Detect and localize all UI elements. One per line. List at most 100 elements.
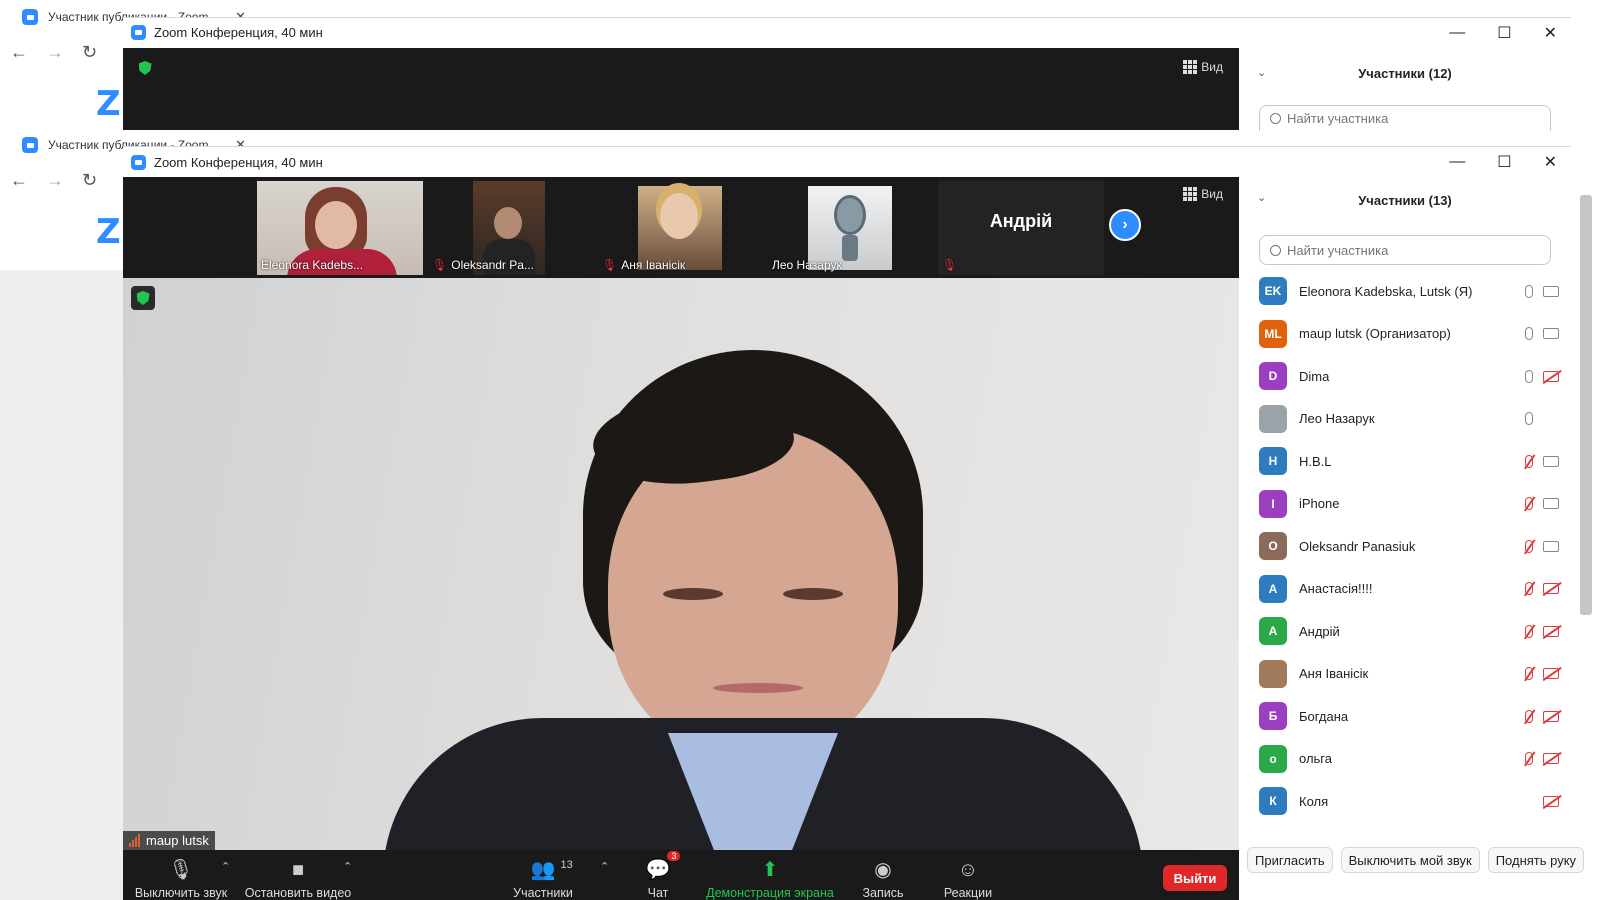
- video-camera-icon[interactable]: [1543, 540, 1559, 552]
- muted-microphone-icon[interactable]: [1525, 497, 1533, 510]
- muted-microphone-icon[interactable]: [1525, 667, 1533, 680]
- scrollbar[interactable]: [1580, 195, 1592, 615]
- forward-arrow-icon[interactable]: →: [46, 170, 64, 191]
- thumbnail-video[interactable]: 🎙 Oleksandr Pa...: [428, 181, 594, 275]
- forward-arrow-icon[interactable]: →: [46, 42, 64, 63]
- back-panel-title: Участники (12): [1358, 66, 1452, 81]
- participant-row[interactable]: Лео Назарук: [1259, 399, 1559, 439]
- thumbnail-video[interactable]: 🎙 Аня Іванісік: [598, 181, 764, 275]
- participant-name: Аня Іванісік: [1299, 666, 1369, 681]
- reload-icon[interactable]: ↻: [82, 170, 97, 191]
- leave-button[interactable]: Выйти: [1163, 865, 1227, 891]
- video-off-icon[interactable]: [1543, 753, 1559, 764]
- back-view-button[interactable]: Вид: [1183, 60, 1223, 74]
- mute-button[interactable]: 🎙 Выключить звук: [131, 850, 231, 900]
- back-arrow-icon[interactable]: ←: [10, 170, 28, 191]
- thumbnail-label: 🎙 Аня Іванісік: [602, 258, 686, 272]
- microphone-icon[interactable]: [1525, 327, 1533, 340]
- reactions-button[interactable]: ☺ Реакции: [933, 850, 1003, 900]
- search-input[interactable]: [1259, 235, 1551, 265]
- participant-row[interactable]: D Dima: [1259, 356, 1559, 396]
- microphone-icon[interactable]: [1525, 412, 1533, 425]
- video-camera-icon: ■: [291, 859, 305, 881]
- caret-up-icon[interactable]: ⌃: [343, 860, 352, 873]
- mute-me-button[interactable]: Выключить мой звук: [1340, 847, 1480, 873]
- participant-row[interactable]: Аня Іванісік: [1259, 654, 1559, 694]
- participant-row[interactable]: А Андрій: [1259, 611, 1559, 651]
- muted-microphone-icon[interactable]: [1525, 752, 1533, 765]
- maximize-icon[interactable]: ☐: [1497, 152, 1511, 172]
- back-window-controls: — ☐ ✕: [1449, 18, 1557, 48]
- thumbnail-video[interactable]: Eleonora Kadebs...: [257, 181, 423, 275]
- chat-button[interactable]: 💬 3 Чат: [628, 850, 688, 900]
- participant-name: Eleonora Kadebska, Lutsk (Я): [1299, 283, 1473, 299]
- stop-video-button[interactable]: ■ Остановить видео: [243, 850, 353, 900]
- share-screen-button[interactable]: ⬆ Демонстрация экрана: [705, 850, 835, 900]
- participant-row[interactable]: H H.B.L: [1259, 441, 1559, 481]
- muted-mic-icon: 🎙: [602, 258, 618, 272]
- zoom-logo: Z: [96, 84, 121, 124]
- raise-hand-button[interactable]: Поднять руку: [1487, 847, 1585, 873]
- view-button[interactable]: Вид: [1183, 187, 1223, 201]
- caret-up-icon[interactable]: ⌃: [221, 860, 230, 873]
- participant-row[interactable]: ML maup lutsk (Организатор): [1259, 314, 1559, 354]
- panel-buttons: Пригласить Выключить мой звук Поднять ру…: [1247, 847, 1585, 873]
- record-button[interactable]: ◉ Запись: [853, 850, 913, 900]
- caret-up-icon[interactable]: ⌃: [600, 860, 609, 873]
- zoom-icon: [131, 25, 146, 40]
- muted-microphone-icon[interactable]: [1525, 624, 1533, 638]
- participant-row[interactable]: O Oleksandr Panasiuk: [1259, 526, 1559, 566]
- participant-status: [1507, 327, 1559, 340]
- search-icon: [1270, 244, 1281, 256]
- thumbnail-video[interactable]: Лео Назарук: [768, 181, 934, 275]
- back-arrow-icon[interactable]: ←: [10, 42, 28, 63]
- security-shield-icon[interactable]: [131, 286, 155, 310]
- muted-microphone-icon[interactable]: [1525, 539, 1533, 553]
- close-icon[interactable]: ✕: [1544, 152, 1557, 172]
- video-camera-icon[interactable]: [1543, 285, 1559, 297]
- video-off-icon[interactable]: [1543, 668, 1559, 679]
- participant-search-field[interactable]: [1287, 242, 1527, 258]
- security-shield-icon[interactable]: [133, 56, 157, 80]
- participant-row[interactable]: EK Eleonora Kadebska, Lutsk (Я): [1259, 271, 1559, 311]
- participant-status: [1507, 709, 1559, 723]
- video-off-icon[interactable]: [1543, 583, 1559, 594]
- thumbnail-name: Андрій: [989, 211, 1053, 231]
- close-icon[interactable]: ✕: [1544, 23, 1557, 43]
- participants-button[interactable]: 👥 13 Участники: [508, 850, 578, 900]
- video-camera-icon[interactable]: [1543, 455, 1559, 467]
- thumbnail-label: Eleonora Kadebs...: [261, 258, 364, 272]
- maximize-icon[interactable]: ☐: [1497, 23, 1511, 43]
- minimize-icon[interactable]: —: [1449, 24, 1465, 42]
- participant-row[interactable]: о ольга: [1259, 739, 1559, 779]
- participant-row[interactable]: А Анастасія!!!!: [1259, 569, 1559, 609]
- participant-name: ольга: [1299, 751, 1332, 766]
- participant-row[interactable]: К Коля: [1259, 781, 1559, 821]
- avatar: Б: [1259, 702, 1287, 730]
- microphone-icon[interactable]: [1525, 369, 1533, 383]
- video-off-icon[interactable]: [1543, 625, 1559, 637]
- reload-icon[interactable]: ↻: [82, 42, 97, 63]
- video-off-icon[interactable]: [1543, 710, 1559, 722]
- muted-microphone-icon[interactable]: [1525, 582, 1533, 595]
- muted-microphone-icon[interactable]: [1525, 454, 1533, 468]
- invite-button[interactable]: Пригласить: [1247, 847, 1333, 873]
- participant-row[interactable]: Б Богдана: [1259, 696, 1559, 736]
- next-page-arrow-icon[interactable]: ›: [1109, 209, 1141, 241]
- avatar: К: [1259, 787, 1287, 815]
- person-face: [315, 201, 357, 249]
- video-camera-icon[interactable]: [1543, 498, 1559, 509]
- thumbnail-video[interactable]: Андрій 🎙: [938, 181, 1104, 275]
- participant-name: Андрій: [1299, 623, 1340, 639]
- back-search-input[interactable]: Найти участника: [1259, 105, 1551, 131]
- video-off-icon[interactable]: [1543, 370, 1559, 382]
- microphone-icon[interactable]: [1525, 284, 1533, 298]
- main-video[interactable]: maup lutsk: [123, 278, 1239, 850]
- share-screen-icon: ⬆: [761, 859, 779, 881]
- window-title: Zoom Конференция, 40 мин: [154, 154, 323, 170]
- video-camera-icon[interactable]: [1543, 328, 1559, 339]
- muted-microphone-icon[interactable]: [1525, 709, 1533, 723]
- video-off-icon[interactable]: [1543, 795, 1559, 807]
- minimize-icon[interactable]: —: [1449, 153, 1465, 171]
- participant-row[interactable]: IiPhone: [1259, 484, 1559, 524]
